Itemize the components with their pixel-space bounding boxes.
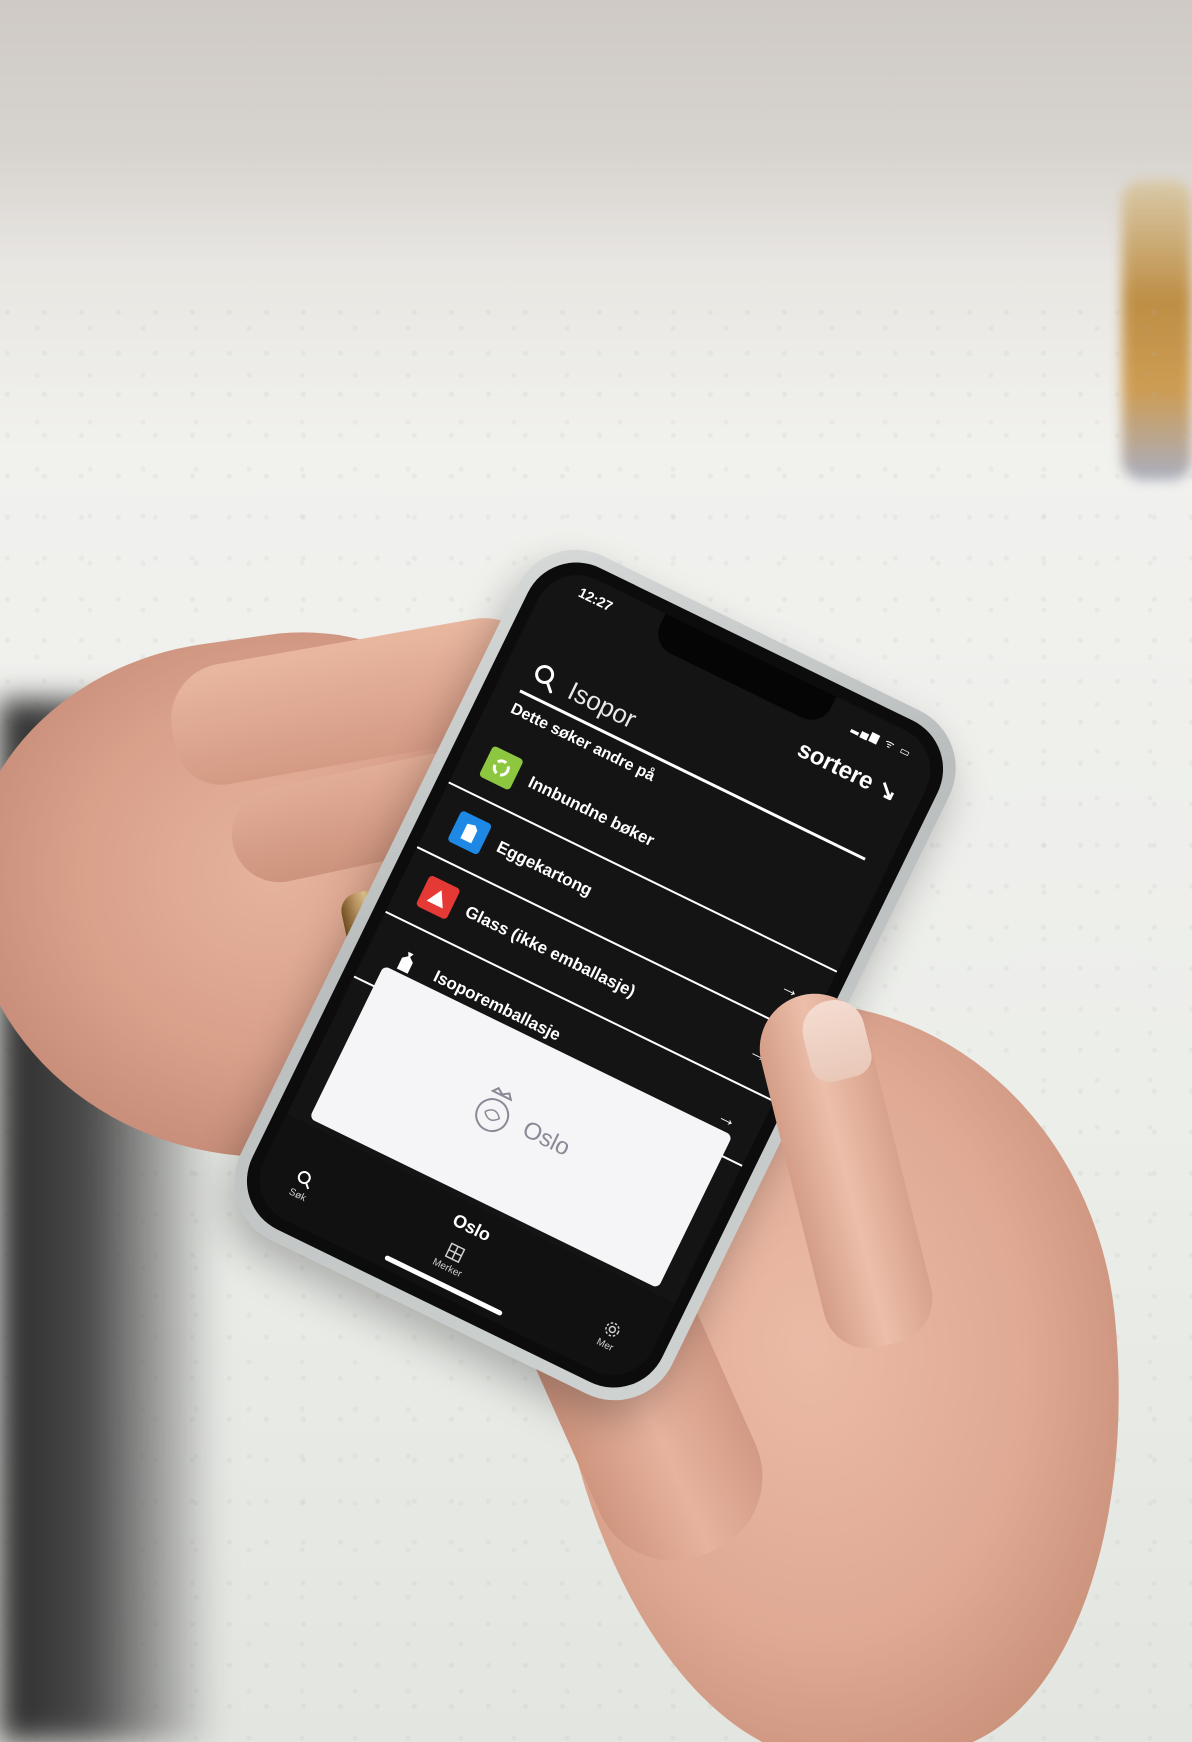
tab-markers[interactable]: Merker — [431, 1238, 473, 1280]
photo-scene: 12:27 ▂▄▆ ᯤ ▭ sortere ↘ Isopor Dette søk… — [0, 0, 1192, 1742]
oslo-crest-icon — [461, 1078, 526, 1149]
warning-triangle-icon — [415, 874, 461, 921]
recycle-icon — [478, 745, 525, 791]
tab-more[interactable]: Mer — [594, 1317, 624, 1354]
carton-icon — [446, 809, 493, 856]
countertop-edge — [0, 0, 1192, 270]
search-icon[interactable] — [523, 654, 568, 699]
tab-search[interactable]: Søk — [287, 1168, 317, 1205]
status-time: 12:27 — [576, 584, 616, 615]
search-input[interactable]: Isopor — [563, 675, 641, 735]
oslo-logo-text: Oslo — [518, 1115, 575, 1162]
